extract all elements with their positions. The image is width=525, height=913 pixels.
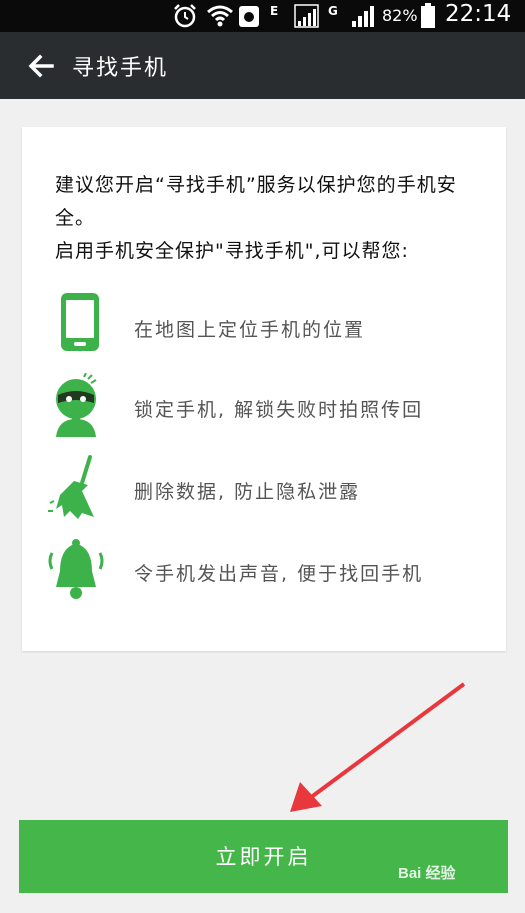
back-arrow-icon bbox=[28, 54, 54, 78]
baidu-watermark-logo: Bai 经验 bbox=[398, 865, 456, 882]
signal-icon bbox=[294, 4, 319, 28]
intro-text: 建议您开启“寻找手机”服务以保护您的手机安全。 启用手机安全保护"寻找手机",可… bbox=[55, 169, 485, 268]
clock: 22:14 bbox=[445, 1, 512, 27]
broom-icon bbox=[48, 455, 94, 519]
phone-icon bbox=[61, 293, 99, 351]
battery-percent: 82% bbox=[382, 6, 418, 25]
network-g-label: G bbox=[328, 4, 338, 18]
thief-icon bbox=[56, 373, 97, 437]
intro-line-2: 启用手机安全保护"寻找手机",可以帮您: bbox=[55, 240, 409, 262]
feature-ring: 令手机发出声音, 便于找回手机 bbox=[22, 537, 506, 617]
feature-lock: 锁定手机, 解锁失败时拍照传回 bbox=[22, 373, 506, 453]
feature-label: 在地图上定位手机的位置 bbox=[134, 319, 366, 341]
status-bar: E G 82% 22:14 bbox=[0, 0, 525, 32]
signal-icon bbox=[352, 6, 374, 27]
alarm-icon bbox=[174, 4, 196, 28]
feature-locate: 在地图上定位手机的位置 bbox=[22, 293, 506, 373]
app-notification-icon bbox=[239, 6, 259, 27]
page-title: 寻找手机 bbox=[72, 56, 169, 81]
feature-label: 令手机发出声音, 便于找回手机 bbox=[134, 563, 424, 585]
feature-wipe: 删除数据, 防止隐私泄露 bbox=[22, 455, 506, 535]
intro-line-1: 建议您开启“寻找手机”服务以保护您的手机安全。 bbox=[55, 174, 457, 229]
feature-label: 删除数据, 防止隐私泄露 bbox=[134, 481, 361, 503]
app-bar: 寻找手机 bbox=[0, 32, 525, 99]
ringing-bell-icon bbox=[48, 539, 104, 599]
feature-label: 锁定手机, 解锁失败时拍照传回 bbox=[134, 399, 424, 421]
back-button[interactable] bbox=[22, 46, 62, 86]
network-e-label: E bbox=[270, 4, 279, 18]
info-card: 建议您开启“寻找手机”服务以保护您的手机安全。 启用手机安全保护"寻找手机",可… bbox=[22, 127, 506, 651]
wifi-icon bbox=[207, 5, 233, 27]
battery-icon bbox=[421, 3, 435, 28]
